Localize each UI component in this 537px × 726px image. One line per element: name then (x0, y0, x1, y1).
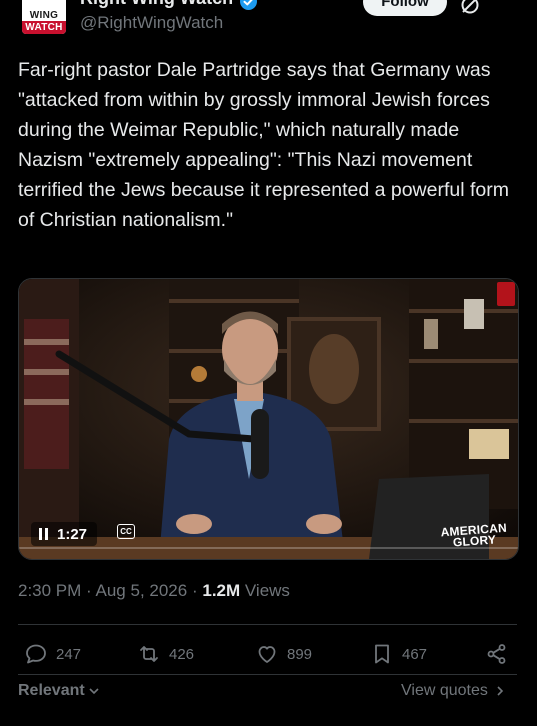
video-player[interactable]: 1:27 CC AMERICAN GLORY (18, 278, 519, 560)
tweet-meta: 2:30 PM · Aug 5, 2026 · 1.2M Views (18, 581, 290, 601)
meta-separator: · (191, 581, 198, 600)
repost-button[interactable]: 426 (137, 640, 194, 668)
chevron-down-icon (89, 688, 99, 695)
video-watermark: AMERICAN GLORY (440, 521, 508, 550)
like-button[interactable]: 899 (255, 640, 312, 668)
bookmark-button[interactable]: 467 (370, 640, 427, 668)
divider (18, 624, 517, 625)
avatar[interactable]: WING WATCH (22, 0, 66, 34)
logo-text-line2: WATCH (22, 21, 66, 34)
user-handle[interactable]: @RightWingWatch (80, 13, 223, 33)
share-button[interactable] (485, 640, 509, 668)
chevron-right-icon (497, 686, 504, 696)
logo-text-line1: WING (29, 10, 59, 21)
playback-control[interactable]: 1:27 (31, 522, 98, 546)
channel-badge-icon (497, 282, 515, 306)
sort-label: Relevant (18, 682, 85, 699)
video-timestamp: 1:27 (57, 525, 88, 543)
reply-button[interactable]: 247 (24, 640, 81, 668)
cc-icon[interactable]: CC (117, 524, 135, 539)
view-quotes-label: View quotes (401, 682, 488, 699)
views-count: 1.2M (202, 581, 241, 600)
display-name[interactable]: Right Wing Watch (80, 0, 233, 9)
tweet-text: Far-right pastor Dale Partridge says tha… (18, 59, 509, 231)
tweet-header: WING WATCH Right Wing Watch @RightWingWa… (0, 0, 537, 50)
reply-count: 247 (56, 645, 82, 663)
sort-dropdown[interactable]: Relevant (18, 682, 100, 700)
like-icon (258, 646, 276, 663)
meta-separator: · (86, 581, 92, 600)
repost-icon (140, 646, 158, 662)
tweet-time[interactable]: 2:30 PM (18, 581, 81, 600)
follow-button[interactable]: Follow (363, 0, 447, 16)
bookmark-icon (375, 644, 389, 664)
divider (18, 674, 517, 675)
share-icon (487, 644, 506, 664)
video-frame (19, 279, 518, 559)
like-count: 899 (287, 645, 313, 663)
view-quotes-link[interactable]: View quotes (401, 682, 506, 700)
reply-icon (26, 644, 46, 664)
more-icon[interactable] (494, 0, 518, 8)
bookmark-count: 467 (402, 645, 428, 663)
repost-count: 426 (169, 645, 195, 663)
pause-icon[interactable] (39, 528, 49, 540)
views-label: Views (244, 581, 290, 600)
verified-badge-icon[interactable] (240, 0, 257, 10)
grok-icon[interactable] (459, 0, 481, 16)
tweet-date[interactable]: Aug 5, 2026 (96, 581, 188, 600)
